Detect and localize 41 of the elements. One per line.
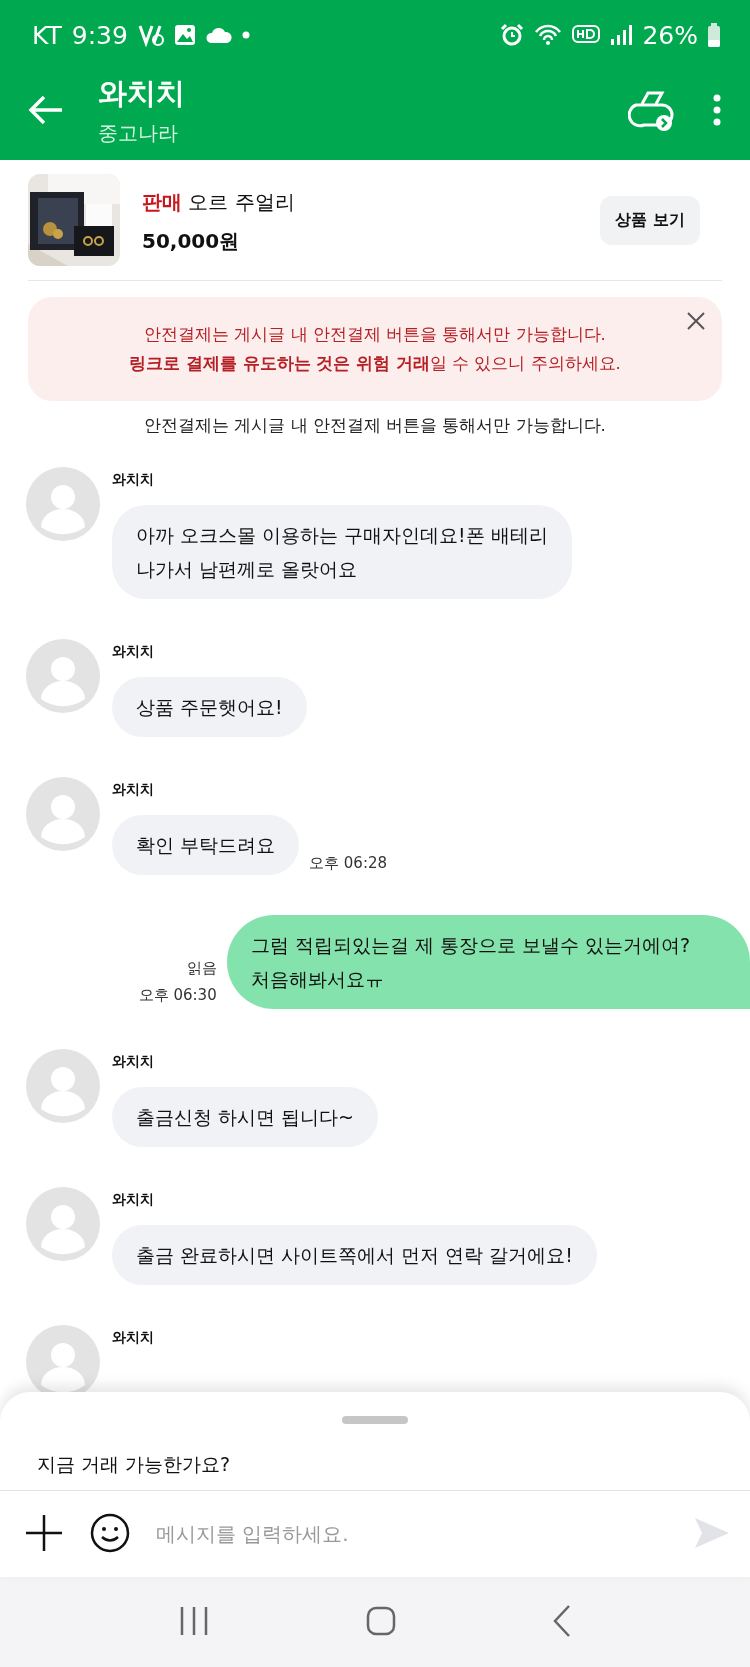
battery-icon [708, 23, 720, 47]
clock-text: 9:39 [71, 20, 128, 50]
battery-text: 26% [642, 20, 698, 50]
sender-name: 와치치 [112, 1329, 154, 1347]
message-time: 오후 06:28 [309, 854, 388, 873]
warning-text: 링크로 결제를 유도하는 것은 위험 거래일 수 있으니 주의하세요. [129, 352, 621, 375]
hd-icon [572, 24, 601, 46]
message-bubble: 출금신청 하시면 됩니다~ [112, 1087, 378, 1147]
message-input[interactable]: 메시지를 입력하세요. [156, 1514, 668, 1554]
product-price: 50,000원 [142, 228, 241, 255]
drag-handle[interactable] [342, 1416, 408, 1424]
back-button[interactable] [28, 94, 64, 126]
message-bubble: 확인 부탁드려요 [112, 815, 300, 875]
message-bubble: 아까 오크스몰 이용하는 구매자인데요!폰 배테리 나가서 남편께로 올랏어요 [112, 505, 572, 599]
read-status: 읽음 [186, 959, 217, 978]
wifi-icon [534, 24, 563, 46]
warning-text: 안전결제는 게시글 내 안전결제 버튼을 통해서만 가능합니다. [144, 323, 606, 346]
system-notice: 안전결제는 게시글 내 안전결제 버튼을 통해서만 가능합니다. [143, 415, 607, 437]
message-bubble: 상품 주문햇어요! [112, 677, 307, 737]
view-product-button[interactable]: 상품 보기 [600, 195, 700, 245]
sender-name: 와치치 [112, 781, 154, 799]
sender-name: 와치치 [112, 471, 154, 489]
more-menu-button[interactable] [712, 93, 722, 127]
message-time: 오후 06:30 [138, 986, 217, 1005]
chat-subtitle: 중고나라 [98, 119, 179, 147]
sender-name: 와치치 [112, 1053, 154, 1071]
carrier-text: KT [32, 20, 62, 50]
alarm-icon [500, 23, 525, 47]
message-bubble: 출금 완료하시면 사이트쪽에서 먼저 연락 갈거에요! [112, 1225, 597, 1285]
sender-name: 와치치 [112, 643, 154, 661]
chat-title: 와치치 [98, 74, 186, 112]
product-title: 판매 오르 주얼리 [142, 189, 296, 216]
dot-icon [241, 31, 250, 39]
signal-icon [610, 24, 633, 46]
volte-icon [137, 23, 164, 47]
message-bubble: 그럼 적립되있는걸 제 통장으로 보낼수 있는거에여? 처음해봐서요ㅠ [226, 915, 750, 1009]
recent-apps-button[interactable] [178, 1606, 209, 1638]
sender-name: 와치치 [112, 1191, 154, 1209]
suggested-reply[interactable]: 지금 거래 가능한가요? [0, 1424, 231, 1490]
cloud-icon [205, 27, 232, 43]
image-icon [173, 24, 196, 46]
